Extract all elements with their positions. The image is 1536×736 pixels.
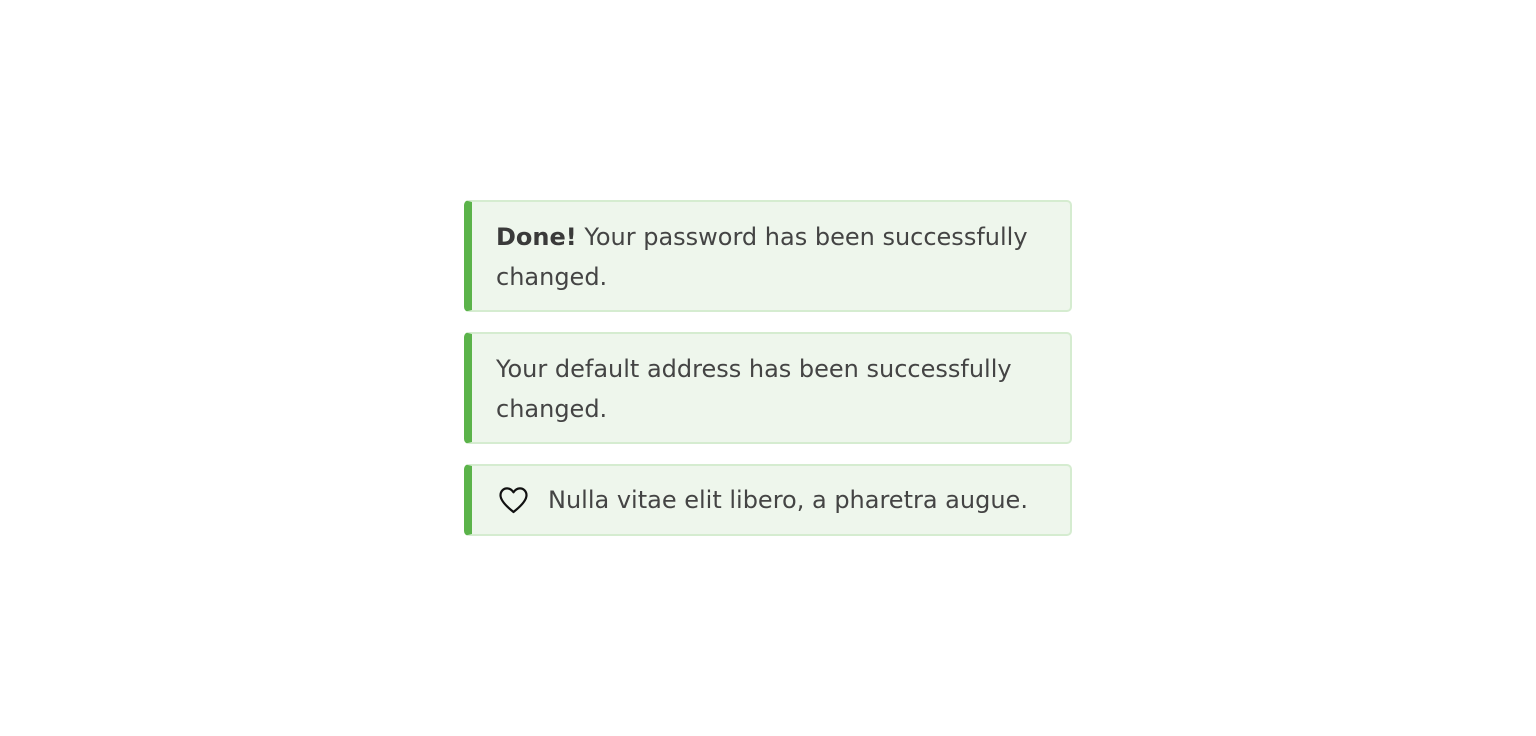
alert-stack: Done! Your password has been successfull…: [464, 200, 1072, 556]
success-alert-with-icon: Nulla vitae elit libero, a pharetra augu…: [464, 464, 1072, 536]
alert-text: Nulla vitae elit libero, a pharetra augu…: [548, 486, 1028, 514]
success-alert-password: Done! Your password has been successfull…: [464, 200, 1072, 312]
success-alert-address: Your default address has been successful…: [464, 332, 1072, 444]
alert-text: Your default address has been successful…: [496, 355, 1012, 423]
alert-message: Done! Your password has been successfull…: [496, 217, 1040, 297]
heart-icon: [496, 483, 530, 517]
alert-strong-text: Done!: [496, 223, 577, 251]
